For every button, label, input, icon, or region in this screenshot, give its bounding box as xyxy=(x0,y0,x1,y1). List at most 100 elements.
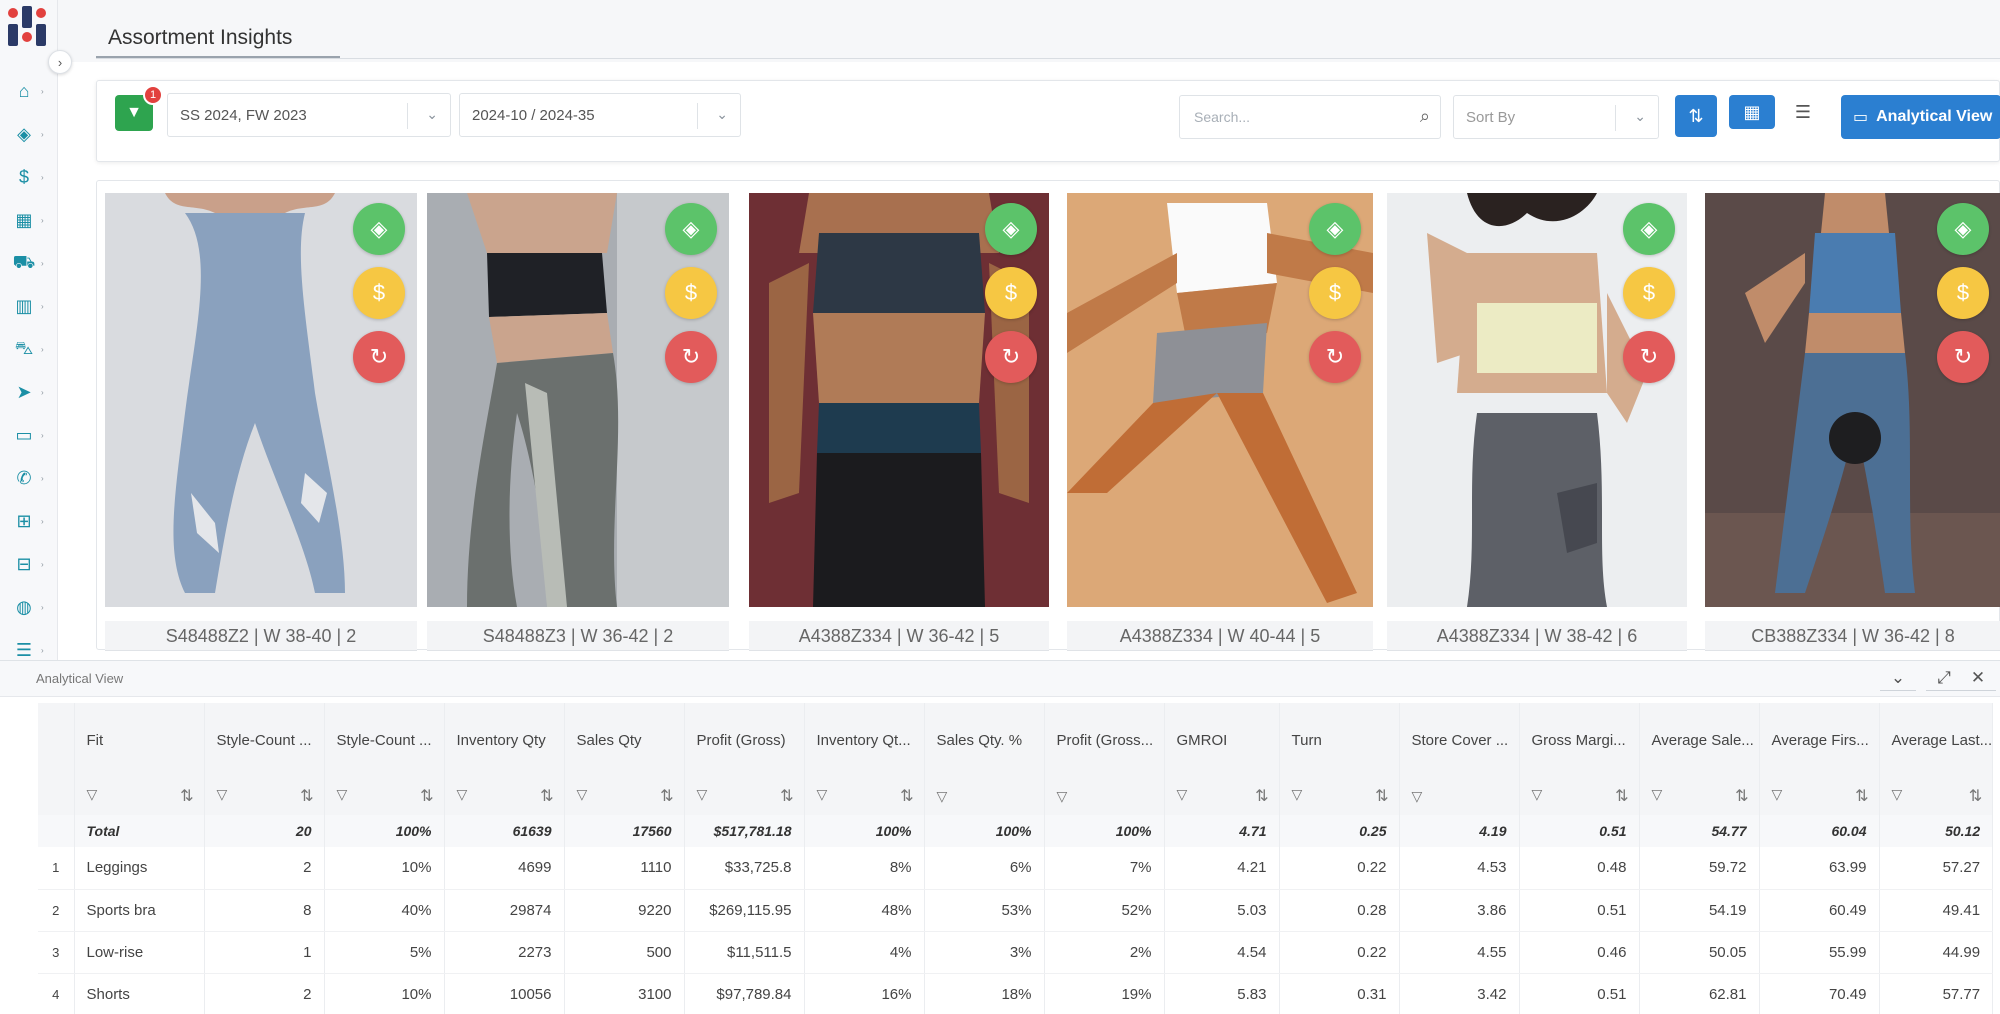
table-row[interactable]: 4 Shorts 2 10% 10056 3100 $97,789.84 16% 18% 19% 5… xyxy=(38,973,1994,1014)
product-card[interactable]: ◈ $ ↻ A4388Z334 | W 38-42 | 6 xyxy=(1387,193,1687,651)
column-header[interactable]: Store Cover ... xyxy=(1399,703,1520,777)
list-view-button[interactable]: ☰ xyxy=(1781,95,1825,129)
refresh-action-icon[interactable]: ↻ xyxy=(353,331,405,383)
filter-icon[interactable]: ▽ xyxy=(1292,786,1303,803)
column-header[interactable]: Average Sale... xyxy=(1639,703,1760,777)
table-row[interactable]: 1 Leggings 2 10% 4699 1110 $33,725.8 8% 6% 7% 4.21… xyxy=(38,847,1994,890)
price-action-icon[interactable]: $ xyxy=(1309,267,1361,319)
column-filter[interactable]: ▽ ⇅ xyxy=(1519,777,1640,815)
search-input[interactable]: Search... ⌕ xyxy=(1179,95,1441,139)
expand-icon[interactable]: ⤢ xyxy=(1926,665,1962,691)
price-action-icon[interactable]: $ xyxy=(665,267,717,319)
sidebar-expand-chevron-icon[interactable]: › xyxy=(48,50,72,74)
refresh-action-icon[interactable]: ↻ xyxy=(1309,331,1361,383)
sidebar-item-cart[interactable]: ⛟ › xyxy=(0,242,58,285)
table-row[interactable]: 3 Low-rise 1 5% 2273 500 $11,511.5 4% 3% 2% 4.54 0.… xyxy=(38,931,1994,974)
price-action-icon[interactable]: $ xyxy=(1937,267,1989,319)
filter-icon[interactable]: ▽ xyxy=(937,788,948,805)
tag-action-icon[interactable]: ◈ xyxy=(1937,203,1989,255)
sidebar-item-hierarchy[interactable]: ⊞ › xyxy=(0,500,58,543)
column-header[interactable]: Sales Qty. % xyxy=(924,703,1045,777)
filter-icon[interactable]: ▽ xyxy=(697,786,708,803)
column-header[interactable]: Fit xyxy=(74,703,205,777)
column-filter[interactable]: ▽ ⇅ xyxy=(684,777,805,815)
sidebar-item-monitor[interactable]: ▭ › xyxy=(0,414,58,457)
sort-icon[interactable]: ⇅ xyxy=(1969,786,1982,806)
season-select[interactable]: SS 2024, FW 2023 ⌄ xyxy=(167,93,451,137)
filter-icon[interactable]: ▽ xyxy=(337,786,348,803)
tag-action-icon[interactable]: ◈ xyxy=(1309,203,1361,255)
sort-icon[interactable]: ⇅ xyxy=(540,786,553,806)
column-header[interactable]: Style-Count ... xyxy=(204,703,325,777)
sidebar-item-tag[interactable]: ◈ › xyxy=(0,113,58,156)
product-card[interactable]: ◈ $ ↻ CB388Z334 | W 36-42 | 8 xyxy=(1705,193,2000,651)
week-range-select[interactable]: 2024-10 / 2024-35 ⌄ xyxy=(459,93,741,137)
filter-icon[interactable]: ▽ xyxy=(87,786,98,803)
analytical-view-button[interactable]: ▭ Analytical View xyxy=(1841,95,2000,139)
tag-action-icon[interactable]: ◈ xyxy=(1623,203,1675,255)
refresh-action-icon[interactable]: ↻ xyxy=(1937,331,1989,383)
sidebar-item-home[interactable]: ⌂ › xyxy=(0,70,58,113)
filter-icon[interactable]: ▽ xyxy=(1892,786,1903,803)
sort-icon[interactable]: ⇅ xyxy=(1255,786,1268,806)
sidebar-item-analytics[interactable]: ▦ › xyxy=(0,199,58,242)
column-header[interactable]: GMROI xyxy=(1164,703,1280,777)
filter-icon[interactable]: ▽ xyxy=(1057,788,1068,805)
refresh-action-icon[interactable]: ↻ xyxy=(985,331,1037,383)
tag-action-icon[interactable]: ◈ xyxy=(665,203,717,255)
brand-logo[interactable] xyxy=(6,6,52,52)
sort-icon[interactable]: ⇅ xyxy=(420,786,433,806)
sidebar-item-dollar[interactable]: $ › xyxy=(0,156,58,199)
sort-icon[interactable]: ⇅ xyxy=(660,786,673,806)
close-icon[interactable]: ✕ xyxy=(1960,665,1996,691)
column-filter[interactable]: ▽ ⇅ xyxy=(1879,777,1994,815)
column-header[interactable]: Profit (Gross) xyxy=(684,703,805,777)
sort-order-button[interactable]: ⇅ xyxy=(1675,95,1717,137)
tag-action-icon[interactable]: ◈ xyxy=(353,203,405,255)
column-filter[interactable]: ▽ ⇅ xyxy=(324,777,445,815)
filter-icon[interactable]: ▽ xyxy=(1177,786,1188,803)
sort-icon[interactable]: ⇅ xyxy=(780,786,793,806)
sidebar-item-warehouse[interactable]: ▥ › xyxy=(0,285,58,328)
refresh-action-icon[interactable]: ↻ xyxy=(1623,331,1675,383)
column-filter[interactable]: ▽ ⇅ xyxy=(564,777,685,815)
sort-icon[interactable]: ⇅ xyxy=(1375,786,1388,806)
filter-icon[interactable]: ▽ xyxy=(1412,788,1423,805)
column-filter[interactable]: ▽ ⇅ xyxy=(1279,777,1400,815)
sort-icon[interactable]: ⇅ xyxy=(1855,786,1868,806)
column-header[interactable]: Turn xyxy=(1279,703,1400,777)
product-card[interactable]: ◈ $ ↻ A4388Z334 | W 36-42 | 5 xyxy=(749,193,1049,651)
refresh-action-icon[interactable]: ↻ xyxy=(665,331,717,383)
product-card[interactable]: ◈ $ ↻ S48488Z2 | W 38-40 | 2 xyxy=(105,193,417,651)
sidebar-item-truck[interactable]: ⛍ › xyxy=(0,328,58,371)
column-filter[interactable]: ▽ ⇅ xyxy=(1164,777,1280,815)
filter-icon[interactable]: ▽ xyxy=(1532,786,1543,803)
sort-icon[interactable]: ⇅ xyxy=(300,786,313,806)
collapse-chevron-icon[interactable]: ⌄ xyxy=(1880,665,1916,691)
tag-action-icon[interactable]: ◈ xyxy=(985,203,1037,255)
column-header[interactable]: Gross Margi... xyxy=(1519,703,1640,777)
sort-icon[interactable]: ⇅ xyxy=(1735,786,1748,806)
column-filter[interactable]: ▽ xyxy=(924,777,1045,815)
column-header[interactable]: Average Last... xyxy=(1879,703,1994,777)
column-filter[interactable]: ▽ ⇅ xyxy=(1639,777,1760,815)
column-filter[interactable]: ▽ ⇅ xyxy=(444,777,565,815)
product-card[interactable]: ◈ $ ↻ A4388Z334 | W 40-44 | 5 xyxy=(1067,193,1373,651)
column-header[interactable]: Style-Count ... xyxy=(324,703,445,777)
sort-icon[interactable]: ⇅ xyxy=(900,786,913,806)
filter-icon[interactable]: ▽ xyxy=(217,786,228,803)
sort-icon[interactable]: ⇅ xyxy=(1615,786,1628,806)
sidebar-item-send[interactable]: ➤ › xyxy=(0,371,58,414)
price-action-icon[interactable]: $ xyxy=(353,267,405,319)
product-card[interactable]: ◈ $ ↻ S48488Z3 | W 36-42 | 2 xyxy=(427,193,729,651)
sidebar-item-globe[interactable]: ◍ › xyxy=(0,586,58,629)
column-filter[interactable]: ▽ ⇅ xyxy=(204,777,325,815)
sidebar-item-megaphone[interactable]: ✆ › xyxy=(0,457,58,500)
price-action-icon[interactable]: $ xyxy=(1623,267,1675,319)
filter-icon[interactable]: ▽ xyxy=(577,786,588,803)
sort-icon[interactable]: ⇅ xyxy=(180,786,193,806)
filter-icon[interactable]: ▽ xyxy=(457,786,468,803)
column-filter[interactable]: ▽ ⇅ xyxy=(1759,777,1880,815)
table-row[interactable]: 2 Sports bra 8 40% 29874 9220 $269,115.95 48% 53… xyxy=(38,889,1994,932)
column-filter[interactable]: ▽ ⇅ xyxy=(804,777,925,815)
